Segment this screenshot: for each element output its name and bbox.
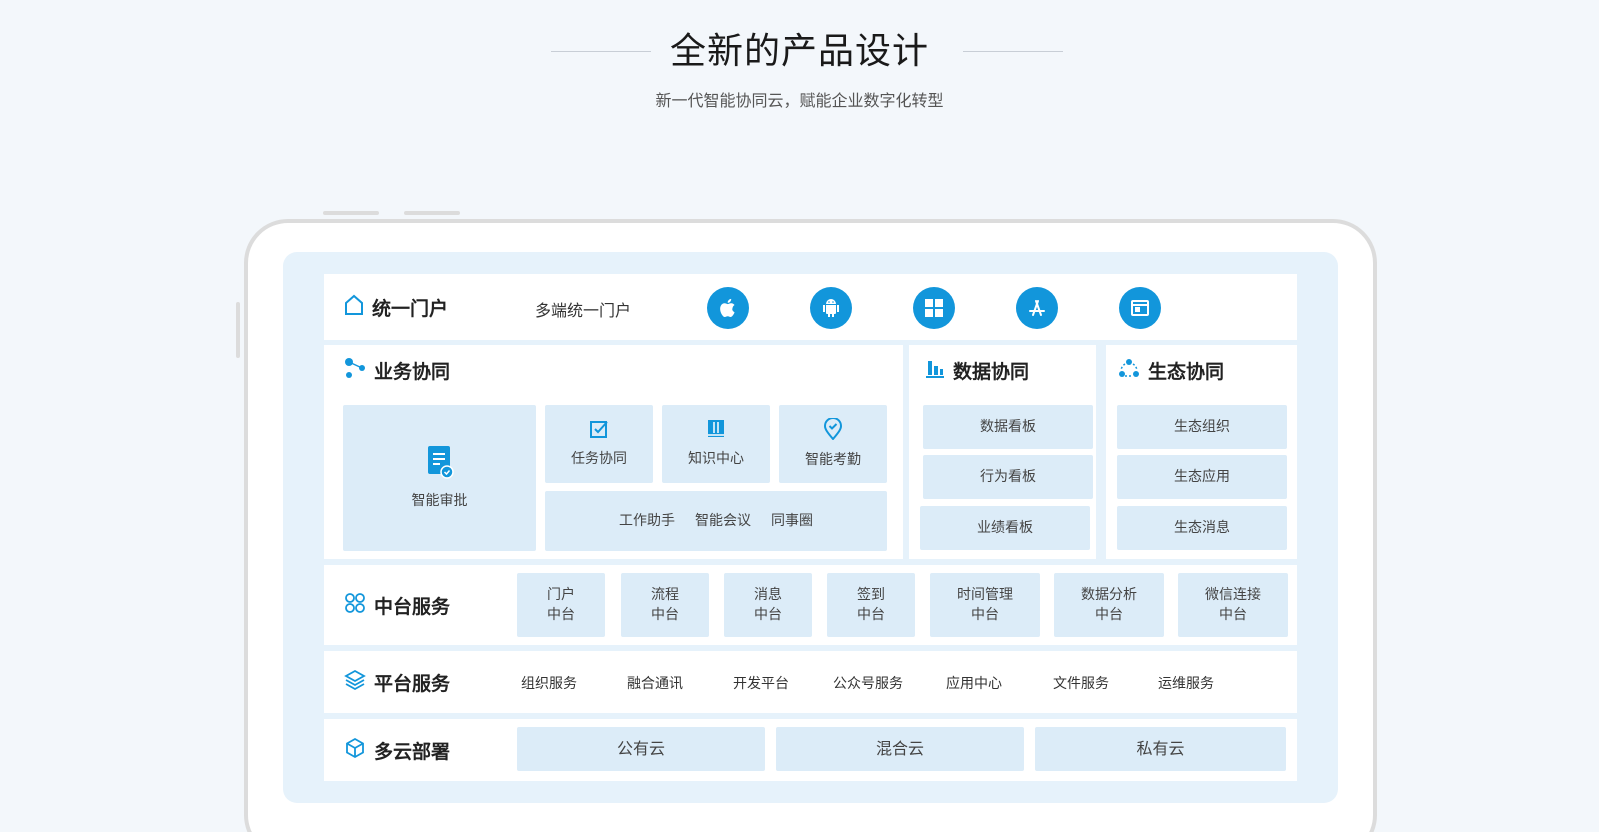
- bar-chart-icon: [925, 357, 945, 384]
- tablet-button: [323, 211, 379, 215]
- share-icon: [344, 357, 366, 384]
- middle-item-line2: 中台: [547, 607, 575, 623]
- middle-item-line2: 中台: [857, 607, 885, 623]
- middle-item-process[interactable]: 流程 中台: [621, 573, 709, 637]
- browser-icon[interactable]: [1119, 287, 1161, 329]
- knowledge-center-label: 知识中心: [688, 451, 744, 467]
- middle-item-line2: 中台: [1095, 607, 1123, 623]
- app-store-icon[interactable]: [1016, 287, 1058, 329]
- middle-platform-panel: 中台服务 门户中台 流程中台 消息中台 签到中台 时间管理中台 数据分析中台 微…: [324, 565, 1297, 645]
- platform-service-panel: 平台服务 组织服务 融合通讯 开发平台 公众号服务 应用中心 文件服务 运维服务: [324, 651, 1297, 713]
- document-check-icon: [426, 445, 454, 485]
- portal-title-text: 统一门户: [372, 298, 449, 320]
- eco-title: 生态协同: [1118, 357, 1224, 384]
- business-title: 业务协同: [344, 357, 450, 384]
- tool-smart-meeting[interactable]: 智能会议: [695, 511, 751, 531]
- middle-item-line1: 时间管理: [957, 587, 1013, 603]
- tablet-side-button: [236, 302, 240, 358]
- middle-title-text: 中台服务: [374, 596, 451, 618]
- android-icon[interactable]: [810, 287, 852, 329]
- middle-item-line1: 消息: [754, 587, 782, 603]
- platform-title: 平台服务: [344, 669, 450, 696]
- platform-item-file[interactable]: 文件服务: [1053, 673, 1109, 693]
- middle-item-wechat[interactable]: 微信连接 中台: [1178, 573, 1288, 637]
- cloud-title: 多云部署: [344, 737, 450, 764]
- middle-item-time[interactable]: 时间管理 中台: [930, 573, 1040, 637]
- platform-item-ops[interactable]: 运维服务: [1158, 673, 1214, 693]
- middle-item-line1: 微信连接: [1205, 587, 1261, 603]
- knowledge-center-card[interactable]: 知识中心: [662, 405, 770, 483]
- home-icon: [344, 294, 364, 321]
- tools-card: 工作助手 智能会议 同事圈: [545, 491, 887, 551]
- tablet-button: [404, 211, 460, 215]
- eco-org-chip[interactable]: 生态组织: [1117, 405, 1287, 449]
- apple-icon[interactable]: [707, 287, 749, 329]
- performance-board-chip[interactable]: 业绩看板: [920, 506, 1090, 550]
- middle-item-line2: 中台: [1219, 607, 1247, 623]
- eco-app-chip[interactable]: 生态应用: [1117, 455, 1287, 499]
- page-subtitle: 新一代智能协同云，赋能企业数字化转型: [655, 91, 944, 110]
- platform-item-app-center[interactable]: 应用中心: [946, 673, 1002, 693]
- middle-item-line1: 签到: [857, 587, 885, 603]
- windows-icon[interactable]: [913, 287, 955, 329]
- middle-item-line1: 门户: [547, 587, 575, 603]
- location-pin-icon: [823, 417, 843, 446]
- page-title: 全新的产品设计: [669, 31, 929, 72]
- cube-icon: [344, 737, 366, 764]
- platform-item-official-account[interactable]: 公众号服务: [833, 673, 903, 693]
- middle-item-portal[interactable]: 门户 中台: [517, 573, 605, 637]
- middle-item-line1: 数据分析: [1081, 587, 1137, 603]
- portal-panel: 统一门户 多端统一门户: [324, 274, 1297, 340]
- task-check-icon: [589, 419, 609, 445]
- title-divider-right: [963, 51, 1063, 52]
- cloud-private-chip[interactable]: 私有云: [1035, 727, 1286, 771]
- data-collab-panel: 数据协同 数据看板 行为看板 业绩看板: [909, 345, 1096, 559]
- middle-item-line1: 流程: [651, 587, 679, 603]
- data-board-chip[interactable]: 数据看板: [923, 405, 1093, 449]
- cloud-hybrid-chip[interactable]: 混合云: [776, 727, 1024, 771]
- approval-card[interactable]: 智能审批: [343, 405, 536, 551]
- task-collab-label: 任务协同: [571, 451, 627, 467]
- clover-icon: [344, 592, 366, 619]
- cloud-deploy-panel: 多云部署 公有云 混合云 私有云: [324, 719, 1297, 781]
- middle-title: 中台服务: [344, 592, 450, 619]
- tablet-screen: 统一门户 多端统一门户 业务协同 智能审批 任务协同 知识中心 智能考勤 工作助…: [283, 252, 1338, 803]
- ecosystem-icon: [1118, 357, 1140, 384]
- hero-title-row: 全新的产品设计: [0, 28, 1599, 76]
- eco-panel: 生态协同 生态组织 生态应用 生态消息: [1106, 345, 1297, 559]
- approval-label: 智能审批: [411, 493, 468, 509]
- behavior-board-chip[interactable]: 行为看板: [923, 455, 1093, 499]
- business-title-text: 业务协同: [374, 361, 451, 383]
- cloud-public-chip[interactable]: 公有云: [517, 727, 765, 771]
- middle-item-message[interactable]: 消息 中台: [724, 573, 812, 637]
- business-panel: 业务协同 智能审批 任务协同 知识中心 智能考勤 工作助手 智能会议 同事圈: [324, 345, 903, 559]
- data-collab-title: 数据协同: [925, 357, 1029, 384]
- layers-icon: [344, 669, 366, 696]
- platform-title-text: 平台服务: [374, 673, 451, 695]
- data-collab-title-text: 数据协同: [953, 361, 1030, 383]
- attendance-label: 智能考勤: [805, 452, 861, 468]
- platform-item-dev[interactable]: 开发平台: [733, 673, 789, 693]
- portal-label: 多端统一门户: [535, 301, 632, 320]
- middle-item-line2: 中台: [651, 607, 679, 623]
- tool-colleague-circle[interactable]: 同事圈: [771, 511, 813, 531]
- task-collab-card[interactable]: 任务协同: [545, 405, 653, 483]
- middle-item-analytics[interactable]: 数据分析 中台: [1054, 573, 1164, 637]
- book-icon: [706, 419, 726, 445]
- platform-item-org[interactable]: 组织服务: [521, 673, 577, 693]
- middle-item-line2: 中台: [754, 607, 782, 623]
- cloud-title-text: 多云部署: [374, 741, 451, 763]
- attendance-card[interactable]: 智能考勤: [779, 405, 887, 483]
- eco-message-chip[interactable]: 生态消息: [1117, 506, 1287, 550]
- platform-item-comm[interactable]: 融合通讯: [627, 673, 683, 693]
- middle-item-line2: 中台: [971, 607, 999, 623]
- portal-title: 统一门户: [344, 294, 448, 321]
- middle-item-signin[interactable]: 签到 中台: [827, 573, 915, 637]
- eco-title-text: 生态协同: [1148, 361, 1225, 383]
- tool-work-assistant[interactable]: 工作助手: [619, 511, 675, 531]
